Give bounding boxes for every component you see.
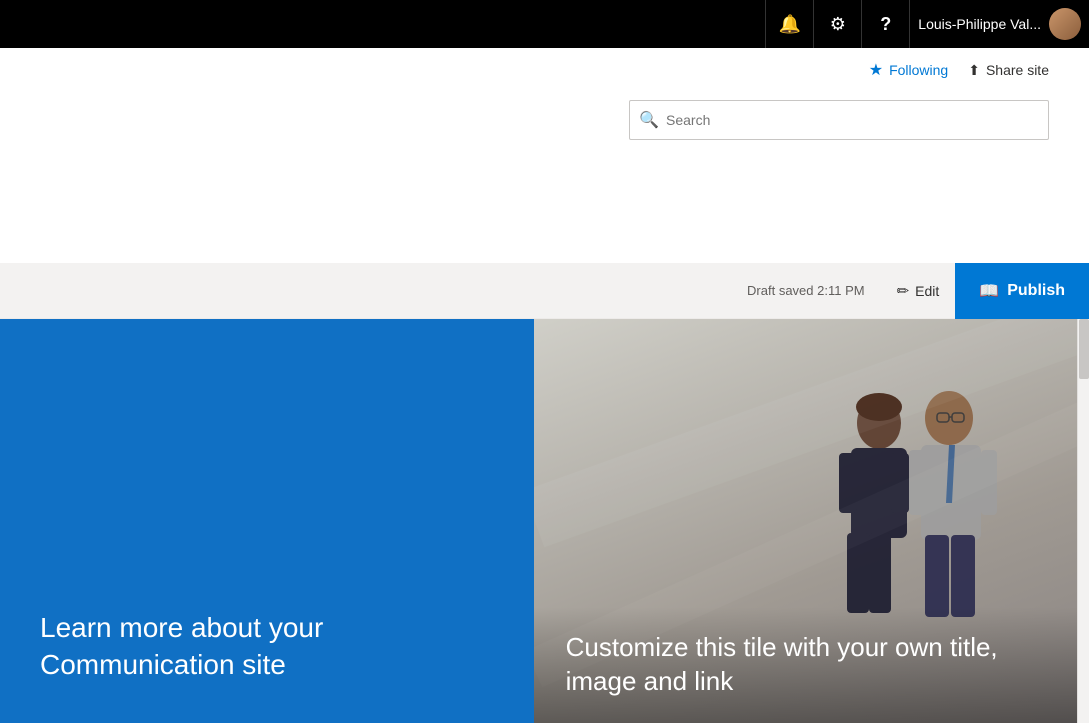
right-tile-overlay: Customize this tile with your own title,… [534,607,1089,723]
publish-button[interactable]: 📖 Publish [955,263,1089,319]
help-button[interactable]: ? [861,0,909,48]
notifications-button[interactable]: 🔔 [765,0,813,48]
header-actions: ★ Following ⬆ Share site [869,60,1049,80]
publish-label: Publish [1007,282,1065,300]
left-tile[interactable]: Learn more about your Communication site [0,319,534,723]
main-content: Learn more about your Communication site [0,319,1089,723]
settings-button[interactable]: ⚙ [813,0,861,48]
right-tile[interactable]: Customize this tile with your own title,… [534,319,1089,723]
gear-icon: ⚙ [830,14,846,35]
edit-button[interactable]: ✏ Edit [881,263,956,319]
share-icon: ⬆ [968,62,980,79]
draft-status: Draft saved 2:11 PM [747,283,865,298]
avatar [1049,8,1081,40]
user-name-label: Louis-Philippe Val... [918,16,1041,32]
scrollbar-thumb[interactable] [1079,319,1089,379]
user-menu[interactable]: Louis-Philippe Val... [909,0,1089,48]
bell-icon: 🔔 [779,14,801,35]
left-tile-text: Learn more about your Communication site [40,610,420,683]
share-site-button[interactable]: ⬆ Share site [968,62,1049,79]
following-label: Following [889,62,948,78]
right-tile-text: Customize this tile with your own title,… [566,631,1057,699]
edit-label: Edit [915,283,939,299]
edit-toolbar: Draft saved 2:11 PM ✏ Edit 📖 Publish [0,263,1089,319]
share-label: Share site [986,62,1049,78]
avatar-image [1049,8,1081,40]
book-icon: 📖 [979,281,999,301]
pencil-icon: ✏ [897,282,910,300]
site-header: ★ Following ⬆ Share site 🔍 [0,48,1089,263]
nav-icons: 🔔 ⚙ ? Louis-Philippe Val... [765,0,1089,48]
scrollbar-track[interactable] [1077,319,1089,723]
top-nav: 🔔 ⚙ ? Louis-Philippe Val... [0,0,1089,48]
following-button[interactable]: ★ Following [869,60,948,80]
search-input[interactable] [629,100,1049,140]
search-bar-wrapper: 🔍 [629,100,1049,140]
question-icon: ? [880,14,891,35]
star-icon: ★ [869,60,883,80]
